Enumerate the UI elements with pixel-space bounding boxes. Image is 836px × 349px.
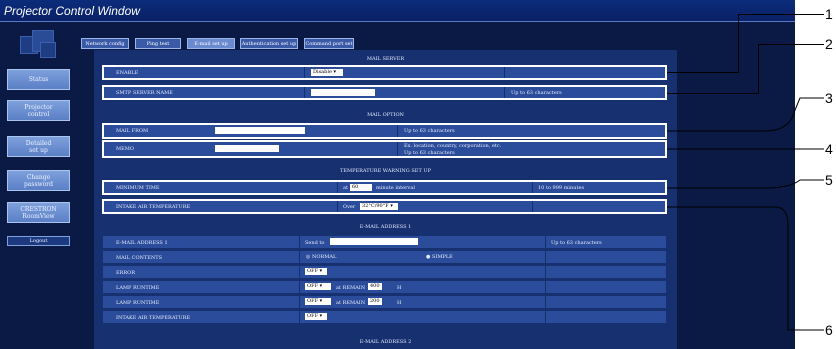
callout-curve-6 — [667, 206, 824, 331]
callout-curve-3 — [667, 97, 824, 132]
callout-number-3: 3 — [825, 90, 833, 106]
callout-number-2: 2 — [825, 36, 833, 52]
callout-number-5: 5 — [825, 172, 833, 188]
callout-curve-5 — [667, 179, 824, 189]
callout-number-4: 4 — [825, 141, 833, 157]
callout-number-1: 1 — [825, 6, 833, 22]
callout-number-6: 6 — [825, 322, 833, 338]
callout-curves — [667, 97, 824, 331]
